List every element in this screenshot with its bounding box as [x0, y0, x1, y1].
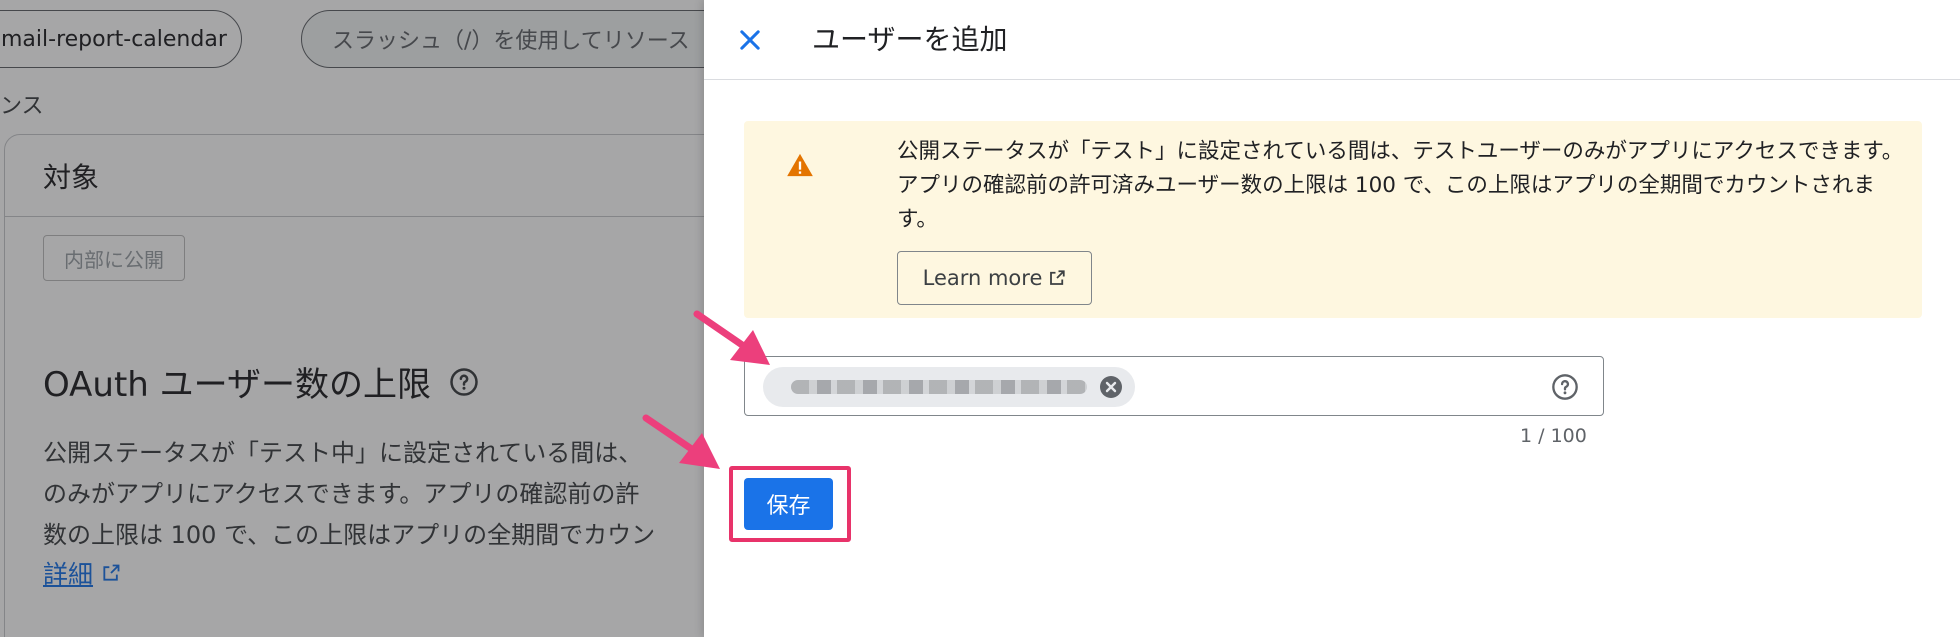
warning-text: 公開ステータスが「テスト」に設定されている間は、テストユーザーのみがアプリにアク… [897, 139, 1904, 232]
add-users-panel: ユーザーを追加 公開ステータスが「テスト」に設定されている間は、テストユーザーの… [704, 0, 1960, 637]
help-icon[interactable] [1551, 373, 1579, 401]
test-users-warning: 公開ステータスが「テスト」に設定されている間は、テストユーザーのみがアプリにアク… [744, 121, 1922, 318]
user-count: 1 / 100 [1520, 425, 1587, 447]
panel-header: ユーザーを追加 [704, 0, 1960, 80]
learn-more-label: Learn more [922, 266, 1043, 290]
save-button[interactable]: 保存 [744, 478, 833, 530]
remove-chip-icon[interactable] [1099, 375, 1123, 399]
user-email-input[interactable] [744, 356, 1604, 416]
redacted-email [791, 380, 1087, 394]
warning-icon [787, 153, 813, 177]
modal-scrim[interactable] [0, 0, 704, 637]
learn-more-button[interactable]: Learn more [897, 251, 1092, 305]
screen: mail-report-calendar スラッシュ（/）を使用してリソース ン… [0, 0, 1960, 637]
panel-title: ユーザーを追加 [812, 23, 1008, 56]
close-icon [740, 30, 760, 50]
external-link-icon [1050, 270, 1066, 285]
email-chip [763, 367, 1135, 407]
close-button[interactable] [730, 20, 770, 60]
